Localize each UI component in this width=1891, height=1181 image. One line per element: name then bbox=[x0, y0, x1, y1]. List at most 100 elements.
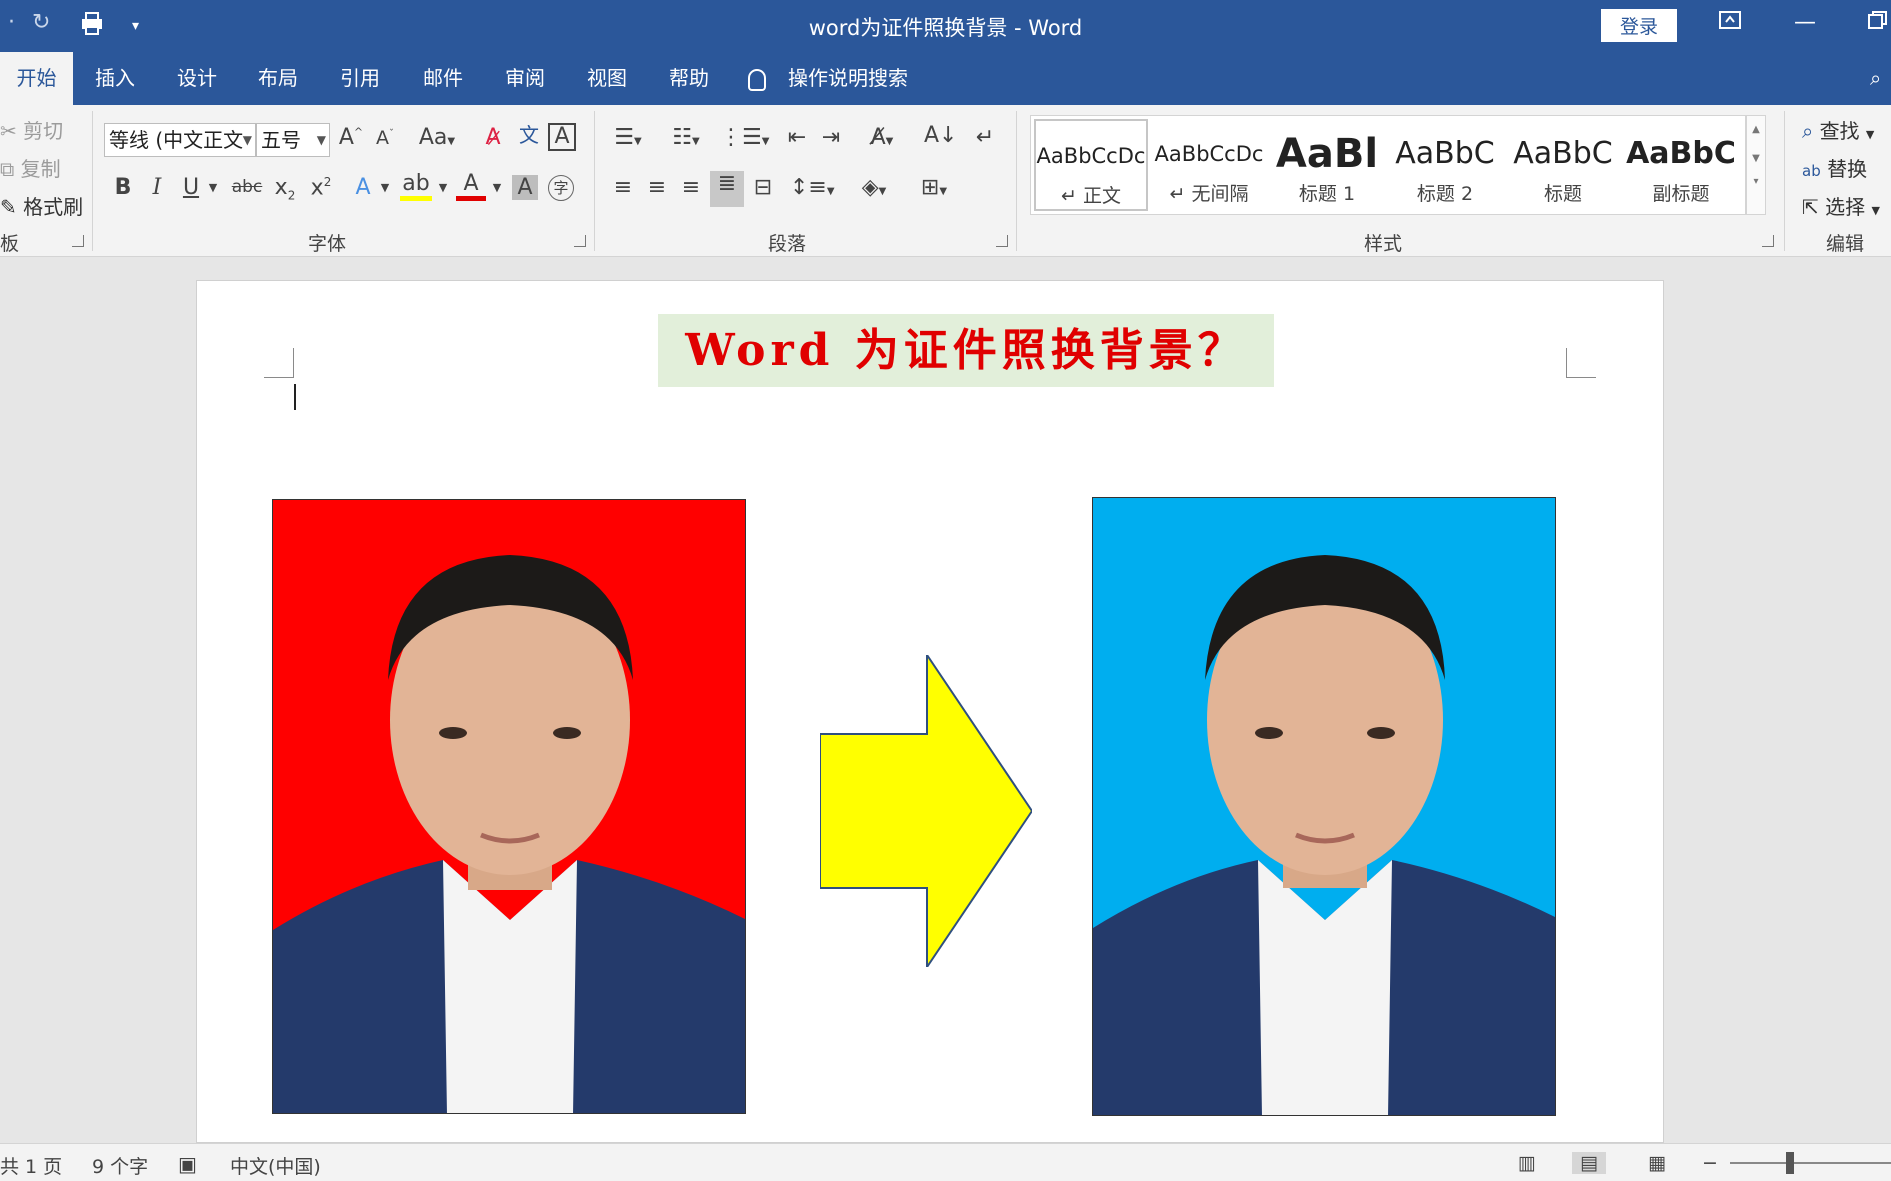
document-heading: Word 为证件照换背景？ bbox=[685, 325, 1247, 376]
style-name: 副标题 bbox=[1652, 183, 1710, 205]
decrease-indent-icon[interactable]: ⇤ bbox=[782, 125, 812, 150]
style-heading-2[interactable]: AaBbC 标题 2 bbox=[1388, 119, 1502, 211]
enclose-characters-icon[interactable]: 字 bbox=[548, 175, 574, 201]
style-no-spacing[interactable]: AaBbCcDc ↵ 无间隔 bbox=[1152, 119, 1266, 211]
tab-insert[interactable]: 插入 bbox=[80, 52, 150, 105]
font-color-icon[interactable]: A bbox=[456, 171, 486, 201]
change-case-button[interactable]: Aa▼ bbox=[414, 125, 460, 150]
italic-icon[interactable]: I bbox=[144, 175, 170, 200]
show-formatting-icon[interactable]: ↵ bbox=[970, 125, 1000, 150]
right-arrow-shape[interactable] bbox=[820, 655, 1032, 967]
increase-indent-icon[interactable]: ⇥ bbox=[816, 125, 846, 150]
tab-mailings[interactable]: 邮件 bbox=[408, 52, 478, 105]
distributed-icon[interactable]: ⊟ bbox=[748, 175, 778, 200]
clear-formatting-icon[interactable]: A̷ bbox=[478, 125, 508, 150]
tab-view[interactable]: 视图 bbox=[572, 52, 642, 105]
language-indicator[interactable]: 中文(中国) bbox=[230, 1152, 321, 1179]
shading-icon[interactable]: ◈▼ bbox=[852, 175, 896, 200]
bullets-icon[interactable]: ☰▼ bbox=[608, 125, 648, 150]
tab-references[interactable]: 引用 bbox=[325, 52, 395, 105]
more-styles-icon[interactable]: ▾ bbox=[1747, 176, 1765, 187]
search-icon: ⌕ bbox=[1802, 119, 1814, 143]
ribbon-tabs: 开始 插入 设计 布局 引用 邮件 审阅 视图 帮助 操作说明搜索 ⌕ bbox=[0, 52, 1891, 105]
style-title[interactable]: AaBbC 标题 bbox=[1506, 119, 1620, 211]
subscript-icon[interactable]: x2 bbox=[270, 175, 300, 202]
sort-icon[interactable]: A↓ bbox=[924, 123, 957, 148]
select-button[interactable]: ⇱ 选择 ▼ bbox=[1802, 191, 1880, 220]
cut-label: 剪切 bbox=[23, 119, 64, 143]
phonetic-guide-icon[interactable]: 文 bbox=[512, 119, 546, 148]
proofing-icon[interactable]: ▣ bbox=[178, 1152, 197, 1176]
superscript-icon[interactable]: x2 bbox=[306, 175, 336, 200]
font-launcher-icon[interactable] bbox=[574, 235, 586, 247]
multilevel-list-icon[interactable]: ⋮☰▼ bbox=[720, 125, 769, 150]
tab-review[interactable]: 审阅 bbox=[490, 52, 560, 105]
grow-font-icon[interactable]: A^ bbox=[336, 125, 366, 150]
format-painter-label: 格式刷 bbox=[23, 195, 84, 219]
highlight-dropdown-icon[interactable]: ▼ bbox=[436, 181, 450, 194]
zoom-out-icon[interactable]: − bbox=[1702, 1152, 1718, 1174]
word-count[interactable]: 9 个字 bbox=[92, 1152, 148, 1179]
bold-icon[interactable]: B bbox=[110, 175, 136, 200]
restore-icon[interactable] bbox=[1858, 10, 1891, 36]
styles-scrollbar[interactable]: ▲ ▼ ▾ bbox=[1746, 115, 1766, 215]
tab-home[interactable]: 开始 bbox=[0, 52, 73, 105]
text-effects-dropdown-icon[interactable]: ▼ bbox=[378, 181, 392, 194]
heading-textbox[interactable]: Word 为证件照换背景？ bbox=[658, 314, 1274, 387]
character-border-icon[interactable]: A bbox=[548, 123, 576, 151]
format-painter-button[interactable]: ✎ 格式刷 bbox=[0, 191, 83, 220]
style-heading-1[interactable]: AaBl 标题 1 bbox=[1270, 119, 1384, 211]
status-bar: 共 1 页 9 个字 ▣ 中文(中国) ▥ ▤ ▦ − bbox=[0, 1143, 1891, 1181]
photo-blue-background[interactable] bbox=[1092, 497, 1556, 1116]
character-shading-icon[interactable]: A bbox=[512, 175, 538, 200]
ribbon-display-options-icon[interactable] bbox=[1710, 10, 1750, 36]
font-color-dropdown-icon[interactable]: ▼ bbox=[490, 181, 504, 194]
share-icon[interactable]: ⌕ bbox=[1870, 66, 1881, 90]
shrink-font-icon[interactable]: Aˇ bbox=[370, 127, 400, 149]
scroll-up-icon[interactable]: ▲ bbox=[1747, 124, 1765, 135]
font-name-combo[interactable]: 等线 (中文正文 ▼ bbox=[104, 123, 256, 157]
margin-mark bbox=[1566, 348, 1596, 378]
line-spacing-icon[interactable]: ↕≡▼ bbox=[790, 175, 835, 200]
paragraph-launcher-icon[interactable] bbox=[996, 235, 1008, 247]
clipboard-launcher-icon[interactable] bbox=[72, 235, 84, 247]
page-count[interactable]: 共 1 页 bbox=[0, 1152, 62, 1179]
text-effects-icon[interactable]: A bbox=[348, 175, 378, 200]
numbering-icon[interactable]: ☷▼ bbox=[664, 125, 708, 150]
align-left-icon[interactable]: ≡ bbox=[608, 175, 638, 200]
tell-me-search[interactable]: 操作说明搜索 bbox=[748, 52, 908, 105]
tab-help[interactable]: 帮助 bbox=[654, 52, 724, 105]
justify-icon[interactable]: ≣ bbox=[710, 171, 744, 207]
zoom-slider-thumb[interactable] bbox=[1786, 1152, 1794, 1174]
underline-icon[interactable]: U bbox=[178, 175, 204, 200]
font-name-value: 等线 (中文正文 bbox=[109, 128, 244, 152]
zoom-slider[interactable] bbox=[1730, 1162, 1891, 1164]
find-button[interactable]: ⌕ 查找 ▼ bbox=[1802, 115, 1874, 144]
replace-button[interactable]: ab 替换 bbox=[1802, 153, 1867, 182]
copy-button[interactable]: ⧉ 复制 bbox=[0, 153, 61, 182]
print-layout-icon[interactable]: ▤ bbox=[1572, 1152, 1606, 1174]
photo-red-background[interactable] bbox=[272, 499, 746, 1114]
style-normal[interactable]: AaBbCcDc ↵ 正文 bbox=[1034, 119, 1148, 211]
align-right-icon[interactable]: ≡ bbox=[676, 175, 706, 200]
borders-icon[interactable]: ⊞▼ bbox=[912, 175, 956, 200]
style-sample: AaBbC bbox=[1395, 136, 1495, 171]
replace-label: 替换 bbox=[1827, 157, 1868, 181]
cut-button[interactable]: ✂ 剪切 bbox=[0, 115, 63, 144]
styles-launcher-icon[interactable] bbox=[1762, 235, 1774, 247]
chinese-layout-icon[interactable]: A̸▼ bbox=[860, 125, 904, 150]
align-center-icon[interactable]: ≡ bbox=[642, 175, 672, 200]
minimize-icon[interactable]: — bbox=[1785, 10, 1825, 35]
highlight-icon[interactable]: ab bbox=[400, 171, 432, 201]
login-button[interactable]: 登录 bbox=[1601, 9, 1677, 42]
font-size-combo[interactable]: 五号 ▼ bbox=[256, 123, 330, 157]
tab-layout[interactable]: 布局 bbox=[243, 52, 313, 105]
underline-dropdown-icon[interactable]: ▼ bbox=[206, 181, 220, 194]
paragraph-group-label: 段落 bbox=[768, 233, 807, 255]
tab-design[interactable]: 设计 bbox=[160, 52, 234, 105]
style-subtitle[interactable]: AaBbC 副标题 bbox=[1624, 119, 1738, 211]
read-mode-icon[interactable]: ▥ bbox=[1518, 1152, 1536, 1174]
web-layout-icon[interactable]: ▦ bbox=[1648, 1152, 1666, 1174]
strikethrough-icon[interactable]: abc bbox=[230, 177, 264, 197]
scroll-down-icon[interactable]: ▼ bbox=[1747, 153, 1765, 164]
